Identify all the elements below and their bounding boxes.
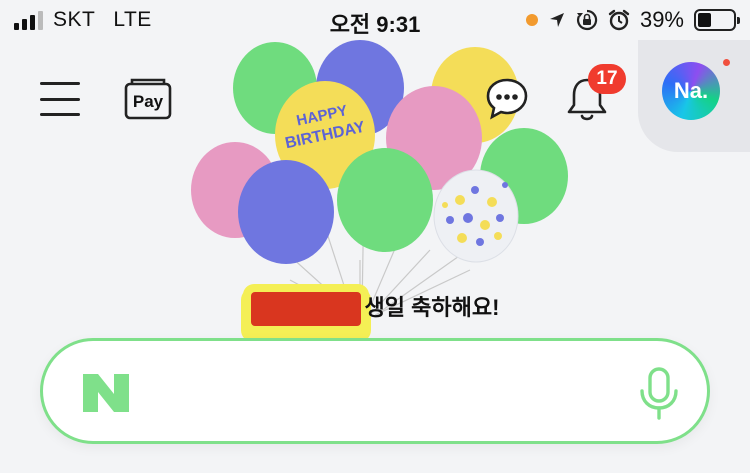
birthday-message-text: 생일 축하해요!	[364, 295, 500, 320]
status-bar: SKT LTE 오전 9:31 39%	[0, 0, 750, 40]
chat-bubble-icon[interactable]	[484, 76, 530, 122]
battery-percent: 39%	[639, 7, 684, 32]
redacted-name	[250, 292, 361, 327]
pay-button[interactable]: Pay	[124, 78, 172, 120]
search-input[interactable]	[163, 365, 623, 417]
balloon-green-center	[337, 148, 433, 252]
orientation-lock-icon	[576, 9, 598, 31]
avatar[interactable]: Na.	[662, 62, 720, 120]
alarm-icon	[608, 9, 630, 31]
search-bar[interactable]	[40, 338, 710, 444]
balloon-blue-bottom	[238, 160, 334, 264]
naver-n-logo	[83, 374, 129, 412]
hamburger-menu-icon[interactable]	[40, 82, 80, 116]
notification-badge: 17	[588, 64, 626, 94]
battery-fill	[698, 13, 712, 27]
location-arrow-icon	[549, 13, 564, 27]
status-right: 39%	[525, 7, 740, 33]
pay-label: Pay	[132, 92, 164, 111]
orange-dot-indicator	[525, 14, 538, 26]
microphone-icon[interactable]	[637, 367, 681, 421]
avatar-new-dot	[721, 57, 732, 68]
birthday-message: 생일 축하해요!	[0, 290, 750, 327]
battery-icon	[694, 9, 740, 31]
